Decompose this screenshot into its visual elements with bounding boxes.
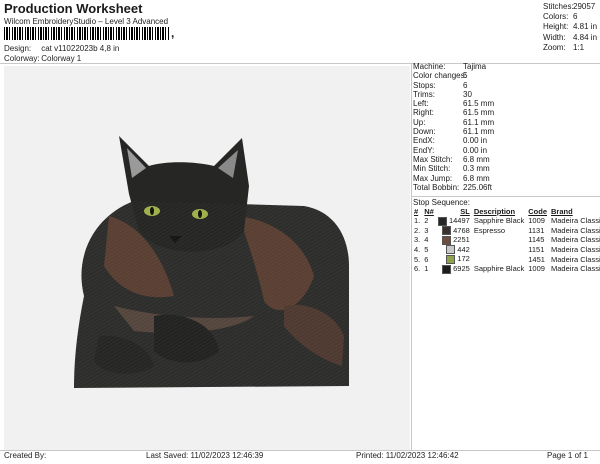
color-swatch [442,226,452,236]
stat-stitches: Stitches:29057 [543,2,596,11]
info-endx: EndX: 0.00 in [413,136,488,146]
cell-sl: 2251 [436,235,472,245]
info-endy: EndY: 0.00 in [413,145,488,155]
cell-sl: 4768 [436,226,472,236]
table-row: 2.3 4768Espresso 1131 Madeira Classic 40 [412,226,600,236]
software-subtitle: Wilcom EmbroideryStudio – Level 3 Advanc… [4,17,169,26]
color-swatch [437,216,447,226]
cell-brand: Madeira Classic 40 [551,264,600,274]
info-up: Up: 61.1 mm [413,117,495,127]
col-brand: Brand [551,207,573,216]
table-row: 1. 2 14497 Sapphire Black 1009 Madeira Class… [412,216,600,226]
col-num: # [414,207,419,216]
design-preview [4,66,410,450]
cell-brand: Madeira Classic 40 [551,254,600,264]
stat-width: Width: 4.84 in [543,32,598,42]
color-swatch [446,245,456,255]
color-swatch [442,264,452,274]
cell-num: 4. [414,245,421,255]
cell-code: 1151 [528,245,545,255]
table-row: 5.6 172 1451 Madeira Classic 40 [412,254,600,264]
cell-brand: Madeira Classic 40 [551,235,600,245]
cell-num: 2. [414,225,421,235]
table-header-row: # N# SL Description Code Brand [412,207,600,216]
table-row: 6.1 6925Sapphire Black1009 Madeira Classi… [412,264,600,274]
info-divider [411,196,600,197]
cell-n: 5 [424,245,429,255]
cell-brand: Madeira Classic 40 [551,245,600,255]
stat-colors: Colors: 6 [543,12,578,22]
cell-code: 1009 [528,216,545,226]
cell-n: 6 [424,254,429,264]
cell-description [472,235,526,245]
cell-n: 2 [424,216,429,226]
color-swatch [446,254,456,264]
design-label: Design: [4,44,32,53]
header-divider [0,63,600,64]
cell-brand: Madeira Classic 40 [551,225,600,235]
machine-info: Machine: Tajima Color changes:5 Stops: 6 T… [413,62,494,192]
stat-height: Height: 4.81 in [543,22,598,32]
stat-zoom: Zoom: 1:1 [543,42,585,52]
info-color-changes: Color changes:5 [413,71,468,81]
cell-description: Sapphire Black [473,216,525,226]
stitch-texture [74,201,349,388]
design-row: Design: cat v11022023b 4,8 in [4,44,119,53]
info-stops: Stops: 6 [413,80,468,90]
info-right: Right: 61.5 mm [413,108,495,118]
footer-page: Page 1 of 1 [547,451,588,460]
footer-divider [0,450,600,451]
info-left: Left: 61.5 mm [413,99,495,109]
footer-last-saved: Last Saved: 11/02/2023 12:46:39 [146,451,264,460]
colorway-label: Colorway: [4,54,40,63]
col-description: Description [473,207,516,216]
footer-created-by: Created By: [4,451,47,460]
cell-num: 6. [414,264,421,274]
colorway-value: Colorway 1 [41,54,82,63]
cell-code: 1451 [528,254,545,264]
table-row: 3.4 2251 1145 Madeira Classic 40 [412,235,600,245]
stop-sequence-table: # N# SL Description Code Brand 1. 2 14497… [412,207,600,274]
design-stats: Stitches:29057 Colors: 6 Height: 4.81 in W… [543,2,597,53]
col-n: N# [424,207,434,216]
design-value: cat v11022023b 4,8 in [41,44,120,53]
cell-code: 1145 [528,235,545,245]
info-max-jump: Max Jump: 6.8 mm [413,173,490,183]
cell-code: 1009 [528,264,545,274]
info-max-stitch: Max Stitch: 6.8 mm [413,154,490,164]
worksheet-title: Production Worksheet [4,1,143,16]
cell-num: 5. [414,254,421,264]
footer-printed: Printed: 11/02/2023 12:46:42 [356,451,459,460]
cell-num: 1. [414,216,421,226]
info-down: Down: 61.1 mm [413,127,495,137]
col-sl: SL [460,207,470,216]
cell-sl: 442 [436,245,472,255]
table-row: 4.5 442 1151 Madeira Classic 40 [412,245,600,255]
info-min-stitch: Min Stitch: 0.3 mm [413,164,490,174]
cell-sl: 14497 [436,216,472,226]
info-trims: Trims: 30 [413,89,472,99]
barcode-tail: , [171,26,175,40]
barcode [4,27,170,40]
cell-description [472,245,526,255]
info-total-bobbin: Total Bobbin: 225.06ft [413,182,492,192]
color-swatch [442,235,452,245]
cell-sl: 172 [436,254,472,264]
cell-sl: 6925 [436,264,472,274]
cell-n: 4 [424,235,429,245]
cell-description: Sapphire Black [473,264,525,274]
cell-num: 3. [414,235,421,245]
col-code: Code [528,207,548,216]
cell-n: 3 [424,225,429,235]
stop-sequence-title: Stop Sequence: [413,198,470,207]
info-machine: Machine: Tajima [413,62,487,71]
cell-brand: Madeira Classic 40 [551,216,600,226]
cell-description: Espresso [473,225,506,235]
cat-embroidery-image [74,136,349,388]
cell-description [472,254,526,264]
cell-code: 1131 [528,225,545,235]
cell-n: 1 [424,264,429,274]
colorway-row: Colorway: Colorway 1 [4,54,81,63]
